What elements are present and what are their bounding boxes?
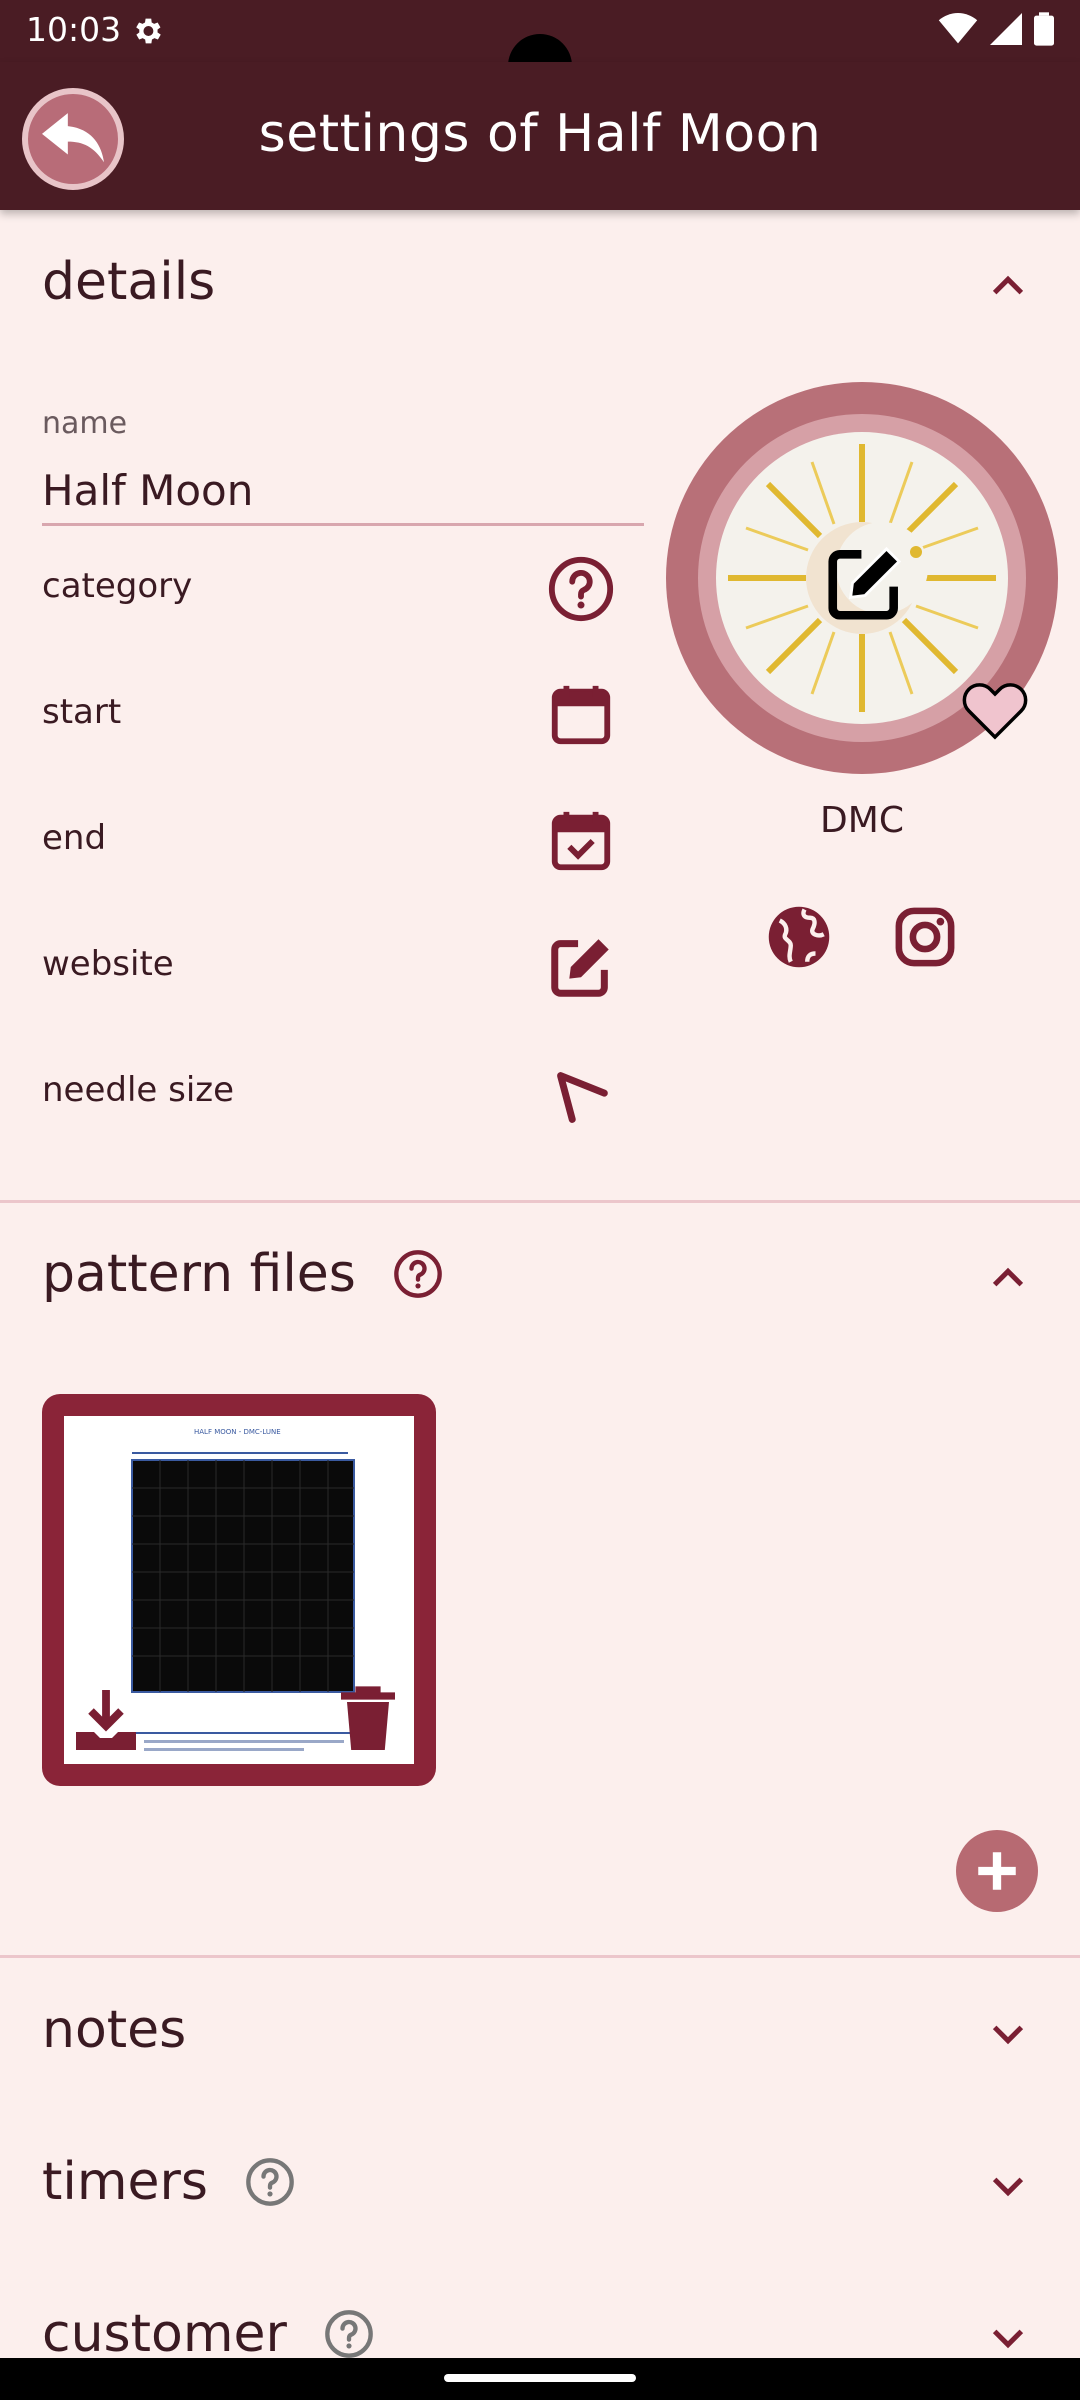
home-handle[interactable] [444,2374,636,2382]
pattern-preview-title: HALF MOON - DMC-LUNE [194,1428,281,1436]
wifi-icon [938,13,978,44]
plus-icon [978,1852,1016,1890]
edit-icon[interactable] [546,932,616,1002]
instagram-icon[interactable] [892,904,958,970]
section-divider [0,1200,1080,1203]
pattern-file-card[interactable]: HALF MOON - DMC-LUNE [42,1394,436,1786]
favorite-heart-icon[interactable] [960,676,1030,740]
section-divider [0,1955,1080,1958]
help-circle-icon[interactable] [392,1248,444,1300]
globe-icon[interactable] [766,904,832,970]
system-nav-bar [0,2358,1080,2400]
name-underline [42,523,644,526]
status-time: 10:03 [26,10,122,49]
timers-header[interactable]: timers [42,2152,296,2212]
pattern-files-header[interactable]: pattern files [42,1244,444,1304]
chevron-down-icon[interactable] [988,2014,1028,2054]
customer-header[interactable]: customer [42,2304,375,2364]
customer-title: customer [42,2304,287,2364]
website-label: website [42,944,174,984]
details-header[interactable]: details [42,252,215,312]
brand-label: DMC [820,800,904,841]
download-icon[interactable] [70,1684,142,1756]
details-title: details [42,252,216,312]
name-field[interactable]: Half Moon [42,466,253,515]
help-circle-icon[interactable] [546,554,616,624]
trash-icon[interactable] [338,1686,398,1754]
calendar-icon[interactable] [546,680,616,750]
name-caption: name [42,406,128,441]
add-pattern-file-button[interactable] [956,1830,1038,1912]
timers-title: timers [42,2152,208,2212]
notes-title: notes [42,2000,187,2060]
needle-icon[interactable] [546,1064,616,1134]
battery-icon [1034,12,1054,46]
settings-gear-icon [136,18,161,44]
cell-signal-icon [990,13,1022,45]
chevron-up-icon[interactable] [988,1258,1028,1298]
start-label: start [42,692,122,732]
help-circle-icon[interactable] [244,2156,296,2208]
chevron-down-icon[interactable] [988,2166,1028,2206]
app-bar: settings of Half Moon [0,62,1080,210]
chevron-up-icon[interactable] [988,266,1028,306]
pattern-files-title: pattern files [42,1244,356,1304]
end-label: end [42,818,107,858]
page-title: settings of Half Moon [258,104,822,164]
notes-header[interactable]: notes [42,2000,186,2060]
edit-image-icon[interactable] [822,540,908,626]
help-circle-icon[interactable] [323,2308,375,2360]
calendar-check-icon[interactable] [546,806,616,876]
category-label: category [42,566,193,606]
chevron-down-icon[interactable] [988,2318,1028,2358]
needle-size-label: needle size [42,1070,235,1110]
